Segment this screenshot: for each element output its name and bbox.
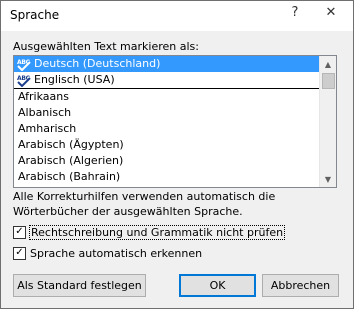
language-list-item[interactable]: Amharisch — [14, 121, 320, 137]
auto-detect-checkbox-row[interactable]: ✓ Sprache automatisch erkennen — [13, 245, 202, 261]
checkmark-icon: ✓ — [15, 226, 24, 237]
help-icon: ? — [291, 4, 299, 20]
auto-detect-checkbox[interactable]: ✓ — [13, 246, 26, 260]
ok-button[interactable]: OK — [179, 274, 256, 297]
language-label: Arabisch (Ägypten) — [18, 138, 124, 151]
cancel-button[interactable]: Abbrechen — [262, 274, 339, 297]
language-label: Arabisch (Algerien) — [18, 154, 124, 167]
set-default-button[interactable]: Als Standard festlegen — [13, 274, 146, 297]
language-list-item[interactable]: ABC Deutsch (Deutschland) — [14, 56, 320, 72]
window-title: Sprache — [10, 8, 60, 22]
listbox-scrollbar[interactable]: ▲ ▼ — [319, 56, 336, 187]
scroll-up-arrow-icon[interactable]: ▲ — [320, 56, 336, 72]
language-list-item[interactable]: Arabisch (Ägypten) — [14, 137, 320, 153]
no-proofing-label: Rechtschreibung und Grammatik nicht prüf… — [28, 224, 286, 240]
info-text: Alle Korrekturhilfen verwenden automatis… — [13, 190, 276, 218]
language-label: Afrikaans — [18, 90, 69, 103]
language-label: Arabisch (Bahrain) — [18, 170, 121, 183]
close-button[interactable]: ✕ — [311, 2, 351, 22]
language-label: Amharisch — [18, 122, 77, 135]
scroll-down-arrow-icon[interactable]: ▼ — [320, 171, 336, 187]
scroll-thumb[interactable] — [322, 73, 335, 89]
dialog-window: Sprache ? ✕ Ausgewählten Text markieren … — [0, 0, 354, 309]
language-label: Deutsch (Deutschland) — [34, 57, 161, 70]
spellcheck-icon: ABC — [17, 57, 31, 71]
no-proofing-checkbox[interactable]: ✓ — [13, 225, 26, 239]
language-listbox[interactable]: ABC Deutsch (Deutschland) ABC Englisch (USA… — [13, 55, 337, 188]
spellcheck-icon: ABC — [17, 73, 31, 87]
help-button[interactable]: ? — [281, 2, 309, 22]
dialog-body: Ausgewählten Text markieren als: ABC Deut… — [1, 31, 353, 308]
list-label: Ausgewählten Text markieren als: — [13, 40, 199, 53]
language-list-item[interactable]: Albanisch — [14, 105, 320, 121]
set-default-label: Als Standard festlegen — [17, 279, 142, 292]
language-list-item[interactable]: Arabisch (Bahrain) — [14, 169, 320, 185]
language-list-item[interactable]: Arabisch (Algerien) — [14, 153, 320, 169]
language-label: Albanisch — [18, 106, 72, 119]
language-list-item[interactable]: Afrikaans — [14, 89, 320, 105]
language-list-item[interactable]: ABC Englisch (USA) — [14, 72, 320, 89]
cancel-label: Abbrechen — [270, 279, 331, 292]
language-label: Englisch (USA) — [34, 73, 115, 86]
ok-label: OK — [209, 279, 226, 292]
checkmark-icon: ✓ — [15, 247, 24, 258]
no-proofing-checkbox-row[interactable]: ✓ Rechtschreibung und Grammatik nicht pr… — [13, 224, 286, 240]
auto-detect-label: Sprache automatisch erkennen — [30, 246, 203, 260]
language-list: ABC Deutsch (Deutschland) ABC Englisch (USA… — [14, 56, 320, 185]
close-icon: ✕ — [325, 4, 337, 20]
title-bar: Sprache ? ✕ — [1, 1, 353, 31]
